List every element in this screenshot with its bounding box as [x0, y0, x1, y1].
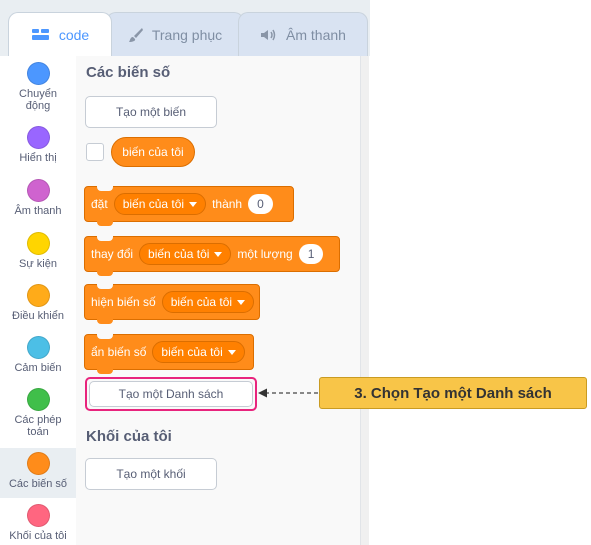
control-color-dot	[26, 284, 50, 307]
block-label: hiện biến số	[91, 295, 156, 309]
value-input[interactable]: 0	[248, 194, 273, 214]
dropdown-label: biến của tôi	[148, 247, 210, 261]
category-label: Các biến số	[8, 478, 68, 490]
block-label: một lượng	[237, 247, 293, 261]
block-tab	[97, 271, 113, 276]
events-color-dot	[26, 232, 50, 255]
block-tab	[97, 319, 113, 324]
category-label: Sự kiện	[19, 258, 57, 270]
palette-scrollbar[interactable]	[360, 56, 369, 545]
variable-monitor-checkbox[interactable]	[86, 143, 104, 161]
category-menu: Chuyển động Hiển thị Âm thanh Sự kiện Đi…	[0, 56, 77, 545]
block-tab	[97, 369, 113, 374]
highlight-box	[85, 377, 257, 411]
category-sensing[interactable]: Cảm biến	[0, 336, 76, 374]
change-variable-block[interactable]: thay đổi biến của tôi một lượng 1	[84, 236, 340, 276]
category-operators[interactable]: Các phép toán	[0, 388, 76, 438]
tab-sounds[interactable]: Âm thanh	[238, 12, 368, 56]
block-notch	[97, 334, 113, 339]
tab-costumes[interactable]: Trang phục	[106, 12, 244, 56]
category-control[interactable]: Điều khiển	[0, 284, 76, 322]
value-input[interactable]: 1	[298, 244, 324, 264]
category-events[interactable]: Sự kiện	[0, 232, 76, 270]
category-sound[interactable]: Âm thanh	[0, 179, 76, 217]
tab-costumes-label: Trang phục	[151, 26, 223, 43]
block-notch	[97, 236, 113, 241]
category-label: Các phép toán	[14, 414, 62, 438]
category-label: Hiển thị	[19, 152, 57, 164]
variable-dropdown[interactable]: biến của tôi	[139, 243, 232, 265]
sound-color-dot	[26, 179, 50, 202]
motion-color-dot	[26, 62, 50, 85]
category-label: Khối của tôi	[9, 530, 67, 542]
dashed-arrow-icon	[258, 388, 318, 398]
my-blocks-heading: Khối của tôi	[86, 428, 172, 445]
category-label: Điều khiển	[12, 310, 64, 322]
my-blocks-color-dot	[26, 504, 50, 527]
dropdown-label: biến của tôi	[170, 295, 233, 309]
block-label: thành	[212, 197, 243, 211]
dropdown-label: biến của tôi	[122, 197, 185, 211]
tab-code-label: code	[58, 26, 90, 43]
sensing-color-dot	[26, 336, 50, 359]
block-notch	[97, 186, 113, 191]
looks-color-dot	[26, 126, 50, 149]
dropdown-label: biến của tôi	[161, 345, 223, 359]
instruction-callout: 3. Chọn Tạo một Danh sách	[319, 377, 587, 409]
caret-down-icon	[237, 299, 246, 305]
category-label: Chuyển động	[19, 88, 57, 112]
caret-down-icon	[214, 251, 223, 257]
category-my-blocks[interactable]: Khối của tôi	[0, 504, 76, 542]
caret-down-icon	[227, 349, 236, 355]
block-notch	[97, 284, 113, 289]
block-tab	[97, 221, 113, 226]
tab-sounds-label: Âm thanh	[286, 26, 346, 43]
category-label: Cảm biến	[14, 362, 62, 374]
code-icon	[31, 28, 49, 40]
variables-color-dot	[26, 452, 50, 475]
variable-dropdown[interactable]: biến của tôi	[113, 193, 207, 215]
variable-dropdown[interactable]: biến của tôi	[161, 291, 255, 313]
brush-icon	[128, 27, 143, 42]
block-label: ẩn biến số	[91, 345, 147, 359]
category-label: Âm thanh	[14, 205, 62, 217]
tab-code[interactable]: code	[8, 12, 112, 56]
block-label: thay đổi	[91, 247, 134, 261]
category-variables[interactable]: Các biến số	[0, 448, 76, 498]
editor-tabs-bar: code Trang phục Âm thanh	[0, 0, 370, 56]
make-block-button[interactable]: Tạo một khối	[85, 458, 217, 490]
category-looks[interactable]: Hiển thị	[0, 126, 76, 164]
variables-heading: Các biến số	[86, 64, 171, 81]
variable-dropdown[interactable]: biến của tôi	[152, 341, 245, 363]
caret-down-icon	[189, 201, 198, 207]
make-variable-button[interactable]: Tạo một biến	[85, 96, 217, 128]
set-variable-block[interactable]: đặt biến của tôi thành 0	[84, 186, 294, 226]
variable-reporter-block[interactable]: biến của tôi	[111, 137, 195, 167]
speaker-icon	[261, 29, 276, 40]
show-variable-block[interactable]: hiện biến số biến của tôi	[84, 284, 260, 324]
hide-variable-block[interactable]: ẩn biến số biến của tôi	[84, 334, 254, 374]
category-motion[interactable]: Chuyển động	[0, 62, 76, 112]
block-label: đặt	[91, 197, 108, 211]
operators-color-dot	[26, 388, 50, 411]
